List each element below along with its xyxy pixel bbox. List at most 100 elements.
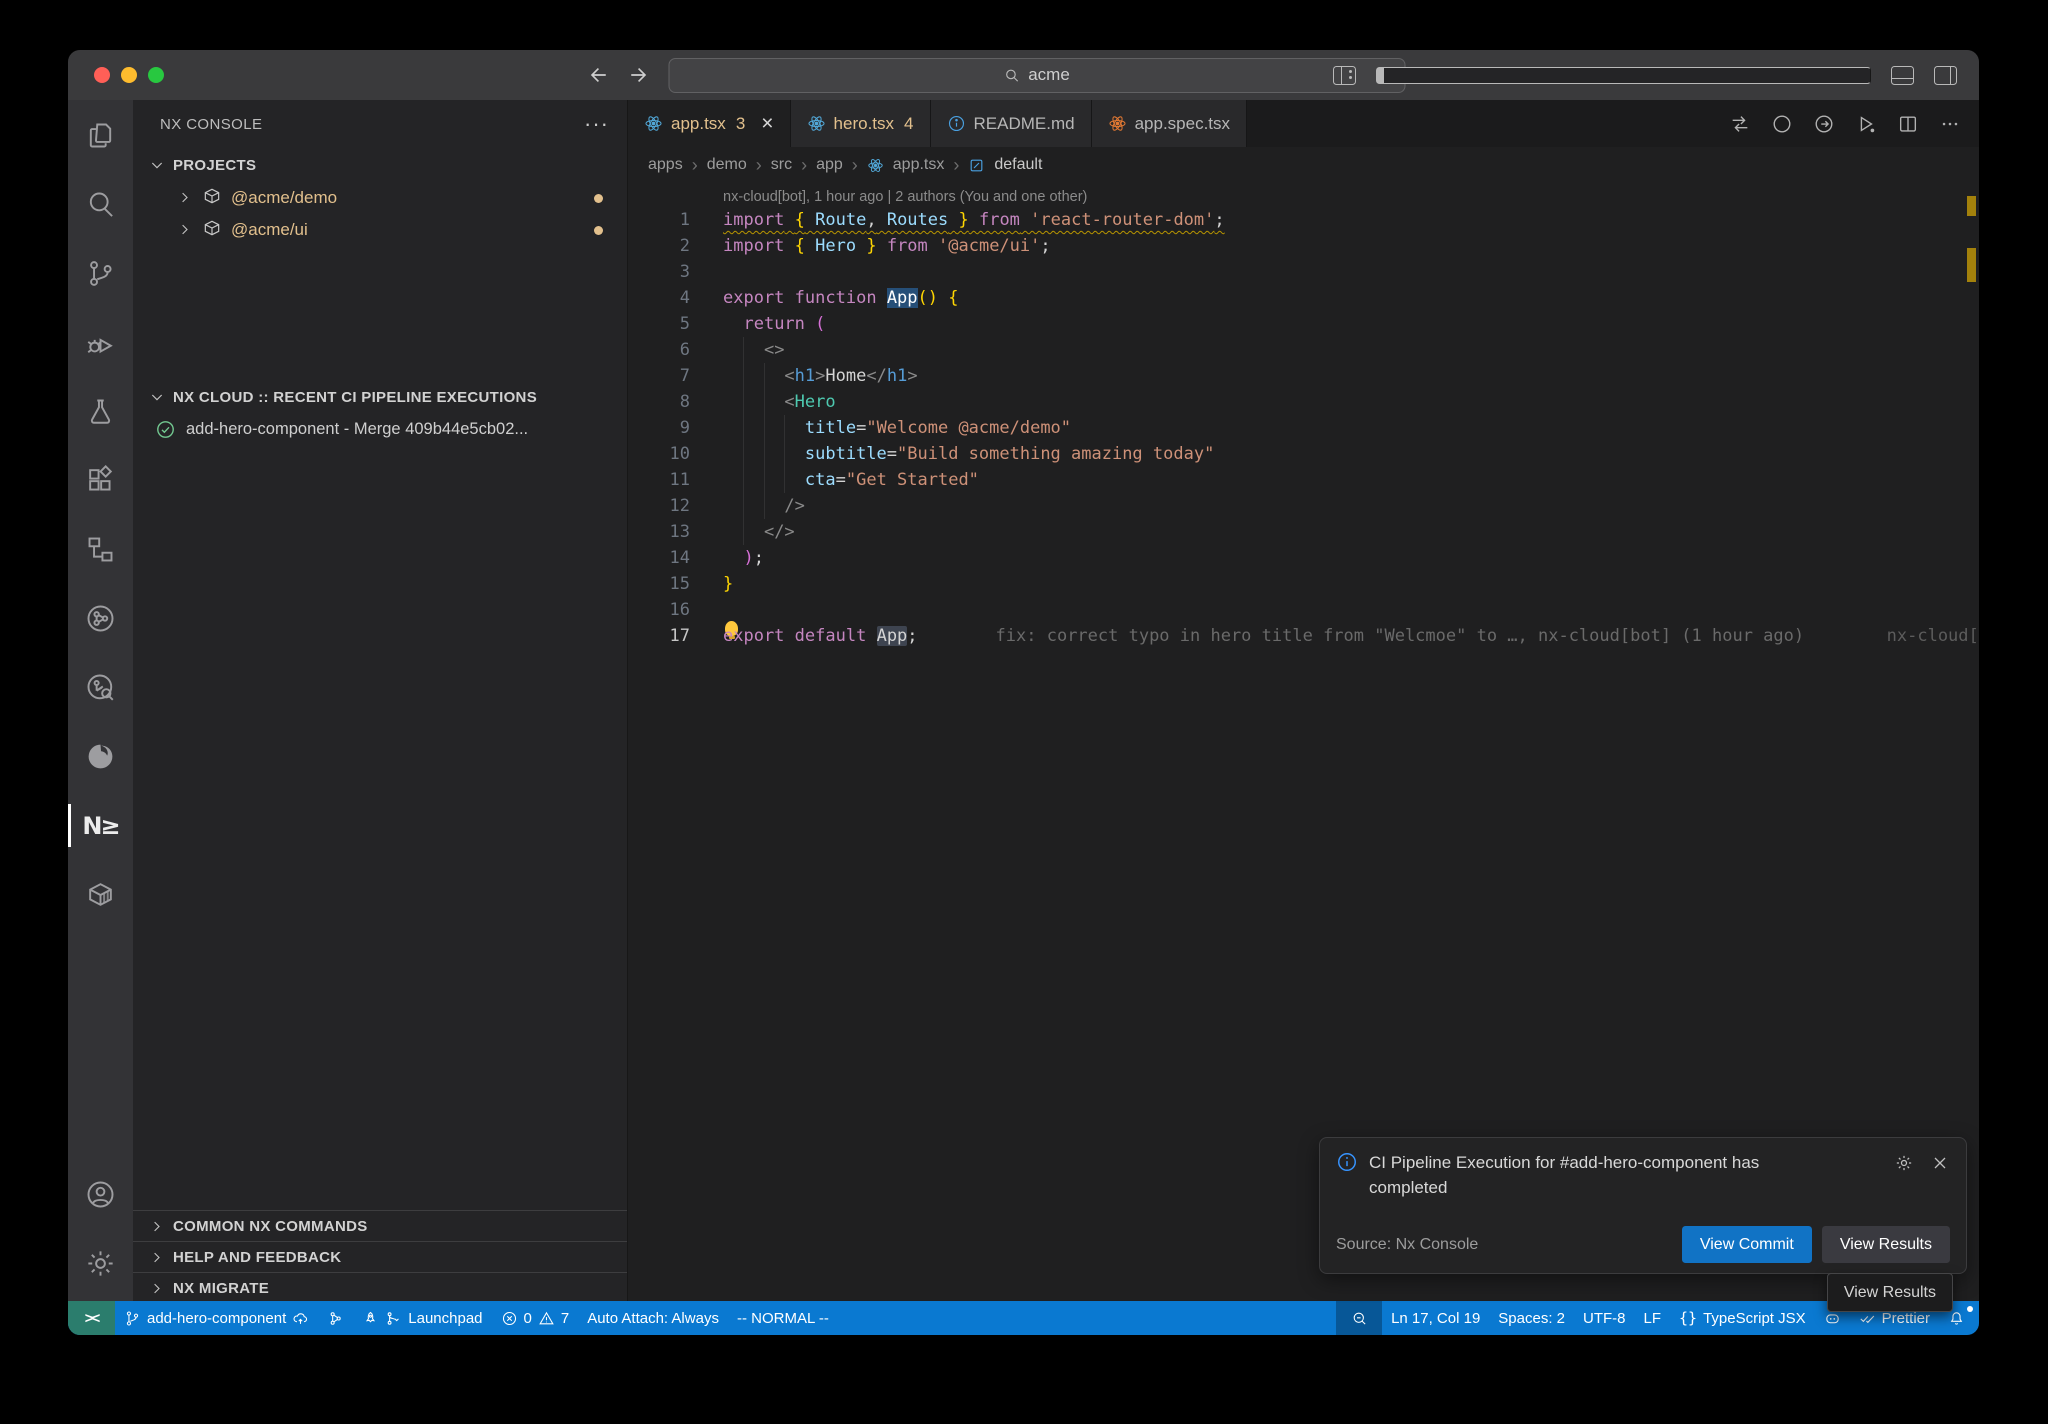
code-line-5: 5 return ( <box>628 311 1979 337</box>
back-icon[interactable] <box>584 62 610 88</box>
auto-attach-item[interactable]: Auto Attach: Always <box>578 1301 728 1335</box>
chevron-down-icon <box>149 157 165 173</box>
breadcrumb-item[interactable]: app.tsx <box>893 156 945 174</box>
package-icon <box>202 218 222 243</box>
customize-layout-icon[interactable] <box>1333 66 1356 85</box>
remote-indicator[interactable]: >< <box>68 1301 115 1335</box>
breadcrumb-item[interactable]: demo <box>707 156 747 174</box>
chevron-right-icon <box>177 190 193 206</box>
testing-icon[interactable] <box>68 392 133 431</box>
code-editor[interactable]: nx-cloud[bot], 1 hour ago | 2 authors (Y… <box>628 183 1979 1301</box>
split-editor-icon[interactable] <box>1897 113 1919 135</box>
line-number: 8 <box>628 389 723 415</box>
line-number: 2 <box>628 233 723 259</box>
maximize-window-button[interactable] <box>148 67 164 83</box>
command-center-search[interactable]: acme <box>668 58 1405 93</box>
code-line-6: 6 <> <box>628 337 1979 363</box>
vim-mode-item[interactable]: -- NORMAL -- <box>728 1301 838 1335</box>
tab-bar: app.tsx 3 × hero.tsx 4 README.md <box>628 100 1979 147</box>
code-line-1: 1import { Route, Routes } from 'react-ro… <box>628 207 1979 233</box>
run-all-icon[interactable] <box>1855 113 1877 135</box>
extensions-icon[interactable] <box>68 461 133 500</box>
nx-console-icon[interactable]: N≥ <box>68 806 133 845</box>
containers-icon[interactable] <box>68 875 133 914</box>
branch-status-item[interactable]: add-hero-component <box>115 1301 318 1335</box>
breadcrumb-item[interactable]: default <box>994 156 1042 174</box>
launchpad-item[interactable]: Launchpad <box>353 1301 491 1335</box>
open-changes-icon[interactable] <box>1729 113 1751 135</box>
git-branch-icon <box>124 1310 141 1327</box>
modified-dot <box>594 194 603 203</box>
cursor-position-item[interactable]: Ln 17, Col 19 <box>1382 1301 1489 1335</box>
nx-project-graph-icon[interactable] <box>68 599 133 638</box>
close-notification-icon[interactable] <box>1930 1153 1950 1173</box>
close-window-button[interactable] <box>94 67 110 83</box>
indentation-item[interactable]: Spaces: 2 <box>1489 1301 1574 1335</box>
info-icon <box>947 114 966 133</box>
view-commit-button[interactable]: View Commit <box>1682 1226 1812 1263</box>
run-status-icon[interactable] <box>1771 113 1793 135</box>
close-tab-icon[interactable]: × <box>761 117 773 131</box>
source-control-icon[interactable] <box>68 254 133 293</box>
more-actions-icon[interactable] <box>1939 113 1961 135</box>
explorer-icon[interactable] <box>68 116 133 155</box>
project-item-acme-ui[interactable]: @acme/ui <box>133 214 627 246</box>
code-line-14: 14 ); <box>628 545 1979 571</box>
breadcrumb-item[interactable]: apps <box>648 156 683 174</box>
chevron-right-icon <box>177 222 193 238</box>
zoom-out-item[interactable] <box>1336 1301 1382 1335</box>
account-icon[interactable] <box>68 1175 133 1214</box>
react-test-icon <box>1108 114 1127 133</box>
search-icon <box>1003 67 1020 84</box>
toggle-primary-sidebar-icon[interactable] <box>1376 67 1871 84</box>
search-value: acme <box>1028 65 1070 85</box>
notification-message: CI Pipeline Execution for #add-hero-comp… <box>1369 1151 1834 1200</box>
references-icon[interactable] <box>68 530 133 569</box>
section-help-and-feedback[interactable]: HELP AND FEEDBACK <box>133 1241 627 1273</box>
line-number: 11 <box>628 467 723 493</box>
settings-gear-icon[interactable] <box>68 1244 133 1283</box>
breadcrumb: apps› demo› src› app› app.tsx› default <box>628 147 1979 183</box>
editor-group: app.tsx 3 × hero.tsx 4 README.md <box>628 100 1979 1301</box>
sidebar-more-actions-icon[interactable]: ··· <box>584 119 609 129</box>
project-item-acme-demo[interactable]: @acme/demo <box>133 182 627 214</box>
run-and-debug-icon[interactable] <box>68 323 133 362</box>
nx-cloud-graph-icon[interactable] <box>68 668 133 707</box>
rocket-icon <box>362 1310 379 1327</box>
line-number: 7 <box>628 363 723 389</box>
breadcrumb-item[interactable]: app <box>816 156 843 174</box>
warnings-icon <box>538 1310 555 1327</box>
toggle-panel-icon[interactable] <box>1891 66 1914 85</box>
tab-app-spec-tsx[interactable]: app.spec.tsx <box>1092 100 1247 147</box>
pipeline-execution-item[interactable]: add-hero-component - Merge 409b44e5cb02.… <box>133 413 627 445</box>
forward-icon[interactable] <box>626 62 652 88</box>
run-file-icon[interactable] <box>1813 113 1835 135</box>
screenshot-stage: acme <box>0 0 2048 1424</box>
tab-app-tsx[interactable]: app.tsx 3 × <box>628 100 791 147</box>
line-number: 10 <box>628 441 723 467</box>
notification-settings-gear-icon[interactable] <box>1894 1153 1914 1173</box>
chevron-right-icon <box>149 1281 165 1297</box>
projects-section-header[interactable]: PROJECTS <box>133 148 627 182</box>
breadcrumb-item[interactable]: src <box>771 156 792 174</box>
nx-cloud-section-header[interactable]: NX CLOUD :: RECENT CI PIPELINE EXECUTION… <box>133 381 627 413</box>
inline-git-blame: fix: correct typo in hero title from "We… <box>996 626 1805 646</box>
react-icon <box>644 114 663 133</box>
copilot-icon <box>1824 1310 1841 1327</box>
titlebar: acme <box>68 50 1979 100</box>
section-nx-migrate[interactable]: NX MIGRATE <box>133 1272 627 1304</box>
tab-readme-md[interactable]: README.md <box>931 100 1092 147</box>
encoding-item[interactable]: UTF-8 <box>1574 1301 1635 1335</box>
search-icon[interactable] <box>68 185 133 224</box>
eol-item[interactable]: LF <box>1635 1301 1671 1335</box>
minimize-window-button[interactable] <box>121 67 137 83</box>
tab-hero-tsx[interactable]: hero.tsx 4 <box>791 100 931 147</box>
language-mode-item[interactable]: {} TypeScript JSX <box>1670 1301 1815 1335</box>
source-control-graph-item[interactable] <box>318 1301 353 1335</box>
toggle-secondary-sidebar-icon[interactable] <box>1934 66 1957 85</box>
edge-browser-icon[interactable] <box>68 737 133 776</box>
view-results-button[interactable]: View Results <box>1822 1226 1950 1263</box>
problems-item[interactable]: 0 7 <box>492 1301 579 1335</box>
section-common-nx-commands[interactable]: COMMON NX COMMANDS <box>133 1210 627 1242</box>
git-blame-codelens[interactable]: nx-cloud[bot], 1 hour ago | 2 authors (Y… <box>723 189 1979 205</box>
